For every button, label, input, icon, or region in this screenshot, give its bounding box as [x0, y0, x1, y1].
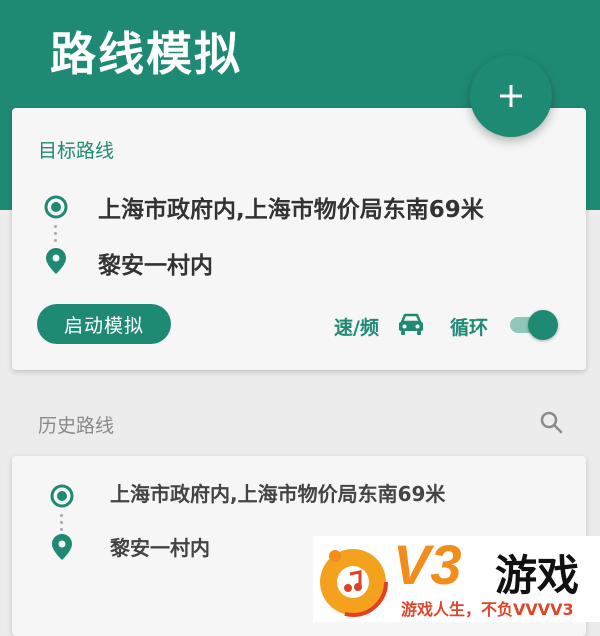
loop-toggle[interactable] — [508, 308, 560, 340]
page-title: 路线模拟 — [50, 27, 242, 81]
start-point-icon — [44, 195, 68, 219]
target-route-card: 目标路线 上海市政府内,上海市物价局东南69米 黎安一村内 启动模拟 速/频 循… — [12, 108, 586, 370]
car-icon[interactable] — [397, 312, 425, 336]
start-point-icon — [50, 484, 74, 508]
watermark-slogan: 游戏人生，不负VVVV3 — [401, 600, 574, 619]
watermark-name: 游戏 — [495, 551, 580, 600]
add-route-button[interactable] — [470, 55, 552, 137]
start-simulation-button[interactable]: 启动模拟 — [37, 304, 171, 344]
history-start-address: 上海市政府内,上海市物价局东南69米 — [110, 482, 446, 506]
route-connector — [54, 225, 58, 246]
watermark-brand: V3 — [393, 533, 462, 596]
search-icon[interactable] — [539, 410, 563, 434]
toggle-thumb — [528, 310, 558, 340]
target-end-address: 黎安一村内 — [98, 253, 213, 279]
target-start-address: 上海市政府内,上海市物价局东南69米 — [98, 197, 484, 223]
end-point-icon — [46, 248, 66, 274]
watermark: V3 游戏 游戏人生，不负VVVV3 — [313, 533, 600, 622]
plus-icon — [500, 85, 522, 107]
music-logo-icon — [318, 547, 388, 617]
target-route-label: 目标路线 — [38, 140, 115, 162]
history-route-label: 历史路线 — [38, 415, 115, 437]
history-end-address: 黎安一村内 — [110, 536, 210, 560]
route-connector — [60, 514, 64, 535]
speed-frequency-label[interactable]: 速/频 — [334, 313, 379, 340]
loop-label: 循环 — [450, 317, 489, 339]
end-point-icon — [52, 534, 72, 560]
